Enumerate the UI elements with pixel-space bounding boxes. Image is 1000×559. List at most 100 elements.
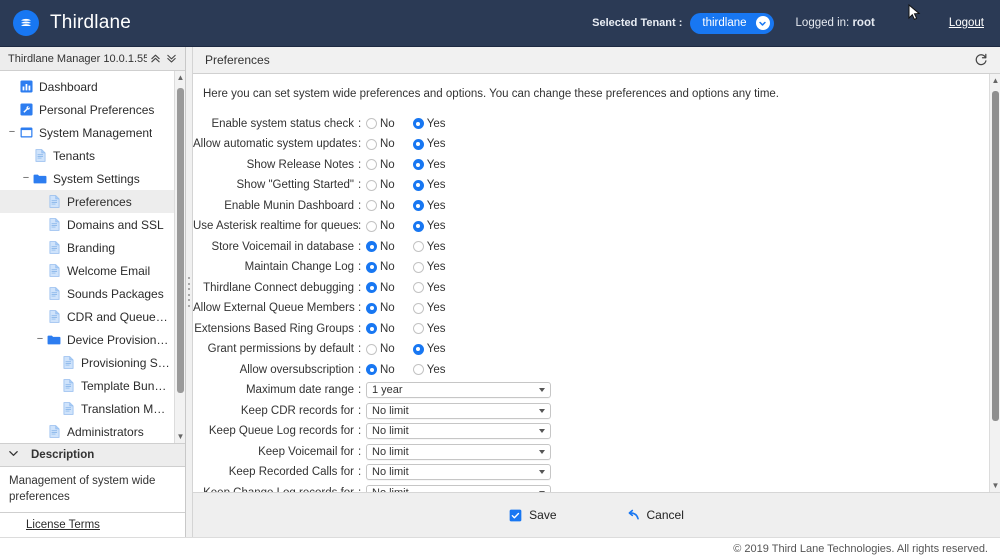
radio-option-no[interactable]: No xyxy=(366,179,395,191)
radio-button[interactable] xyxy=(412,220,424,232)
sidebar-item-personal-preferences[interactable]: Personal Preferences xyxy=(0,98,174,121)
sidebar-scrollbar-thumb[interactable] xyxy=(177,88,184,393)
radio-option-yes[interactable]: Yes xyxy=(412,363,446,376)
radio-option-no[interactable]: No xyxy=(366,302,395,314)
caret-up-icon[interactable]: ▲ xyxy=(175,71,185,84)
caret-up-icon[interactable]: ▲ xyxy=(990,74,1000,87)
setting-row: Keep Queue Log records for: No limit xyxy=(193,422,989,441)
radio-button[interactable] xyxy=(412,241,424,252)
tree-collapse-toggle[interactable]: − xyxy=(34,334,46,345)
radio-button[interactable] xyxy=(412,302,424,314)
radio-button[interactable] xyxy=(366,241,377,252)
sidebar-item-system-management[interactable]: − System Management xyxy=(0,121,174,144)
sidebar-item-device-provisioning[interactable]: − Device Provisioning xyxy=(0,328,174,351)
radio-option-yes[interactable]: Yes xyxy=(412,323,445,335)
radio-group: No Yes xyxy=(366,200,463,212)
radio-option-no[interactable]: No xyxy=(366,241,395,253)
radio-option-yes[interactable]: Yes xyxy=(412,179,445,191)
setting-dropdown[interactable]: 1 year xyxy=(366,382,551,398)
radio-button[interactable] xyxy=(412,159,424,170)
setting-dropdown[interactable]: No limit xyxy=(366,443,551,460)
sidebar-item-welcome-email[interactable]: Welcome Email xyxy=(0,259,174,282)
radio-option-label: No xyxy=(380,117,395,130)
cancel-button[interactable]: Cancel xyxy=(625,508,684,522)
sidebar-item-branding[interactable]: Branding xyxy=(0,236,174,259)
setting-dropdown[interactable]: No limit xyxy=(366,484,551,492)
sidebar-item-sounds-packages[interactable]: Sounds Packages xyxy=(0,282,174,305)
radio-option-yes[interactable]: Yes xyxy=(412,282,445,294)
radio-button[interactable] xyxy=(412,200,424,211)
radio-button[interactable] xyxy=(412,323,424,334)
radio-option-yes[interactable]: Yes xyxy=(412,241,445,253)
radio-button[interactable] xyxy=(366,118,377,129)
chart-icon xyxy=(18,80,34,93)
radio-button[interactable] xyxy=(412,364,424,375)
sidebar-item-system-settings[interactable]: − System Settings xyxy=(0,167,174,190)
radio-button[interactable] xyxy=(412,118,424,129)
setting-label: Grant permissions by default xyxy=(207,343,354,355)
radio-option-yes[interactable]: Yes xyxy=(412,302,445,314)
radio-option-no[interactable]: No xyxy=(366,323,395,335)
radio-option-no[interactable]: No xyxy=(366,138,395,150)
radio-option-no[interactable]: No xyxy=(366,118,395,130)
sidebar-item-provisioning-setti[interactable]: Provisioning Setti… xyxy=(0,351,174,374)
setting-dropdown[interactable]: No limit xyxy=(366,402,551,419)
radio-button[interactable] xyxy=(366,282,377,293)
radio-option-no[interactable]: No xyxy=(366,282,395,294)
radio-button[interactable] xyxy=(412,138,424,150)
save-button[interactable]: Save xyxy=(509,508,557,522)
radio-option-yes[interactable]: Yes xyxy=(412,200,445,212)
caret-down-icon[interactable]: ▼ xyxy=(990,479,1000,492)
caret-down-icon[interactable]: ▼ xyxy=(175,430,185,443)
radio-button[interactable] xyxy=(412,343,424,355)
radio-option-yes[interactable]: Yes xyxy=(412,343,445,355)
radio-button[interactable] xyxy=(366,323,377,334)
setting-dropdown[interactable]: No limit xyxy=(366,423,551,439)
double-chevron-up-icon[interactable] xyxy=(147,51,163,67)
radio-button[interactable] xyxy=(412,261,424,273)
radio-option-no[interactable]: No xyxy=(366,261,395,273)
radio-button[interactable] xyxy=(366,138,377,150)
radio-option-label: Yes xyxy=(426,363,446,376)
sidebar-item-dashboard[interactable]: Dashboard xyxy=(0,75,174,98)
radio-option-yes[interactable]: Yes xyxy=(412,159,445,171)
sidebar-item-preferences[interactable]: Preferences xyxy=(0,190,174,213)
sidebar-item-tenants[interactable]: Tenants xyxy=(0,144,174,167)
radio-button[interactable] xyxy=(412,282,424,293)
radio-button[interactable] xyxy=(366,343,377,355)
tree-collapse-toggle[interactable]: − xyxy=(6,127,18,138)
sidebar-item-domains-and-ssl[interactable]: Domains and SSL xyxy=(0,213,174,236)
radio-option-no[interactable]: No xyxy=(366,343,395,355)
setting-dropdown[interactable]: No limit xyxy=(366,464,551,480)
radio-option-yes[interactable]: Yes xyxy=(412,138,445,150)
description-panel-header[interactable]: Description xyxy=(0,444,185,467)
radio-button[interactable] xyxy=(366,364,377,375)
radio-option-yes[interactable]: Yes xyxy=(412,261,445,273)
radio-option-yes[interactable]: Yes xyxy=(412,220,445,232)
content-scrollbar-thumb[interactable] xyxy=(992,91,999,421)
radio-button[interactable] xyxy=(366,179,377,191)
double-chevron-down-icon[interactable] xyxy=(163,51,179,67)
license-terms-link[interactable]: License Terms xyxy=(26,519,100,531)
radio-option-no[interactable]: No xyxy=(366,364,395,376)
sidebar-item-cdr-and-queue-logs[interactable]: CDR and Queue Logs xyxy=(0,305,174,328)
content-scrollbar[interactable]: ▲ ▼ xyxy=(989,74,1000,492)
sidebar-item-template-bundles[interactable]: Template Bundles xyxy=(0,374,174,397)
tenant-selector[interactable]: thirdlane xyxy=(690,12,774,34)
radio-option-yes[interactable]: Yes xyxy=(412,118,445,130)
radio-button[interactable] xyxy=(366,159,377,170)
radio-button[interactable] xyxy=(412,179,424,191)
radio-button[interactable] xyxy=(366,220,377,232)
sidebar-item-administrators[interactable]: Administrators xyxy=(0,420,174,443)
sidebar-item-translation-maps[interactable]: Translation Maps xyxy=(0,397,174,420)
radio-button[interactable] xyxy=(366,261,377,273)
radio-option-no[interactable]: No xyxy=(366,159,395,171)
logout-link[interactable]: Logout xyxy=(949,17,984,29)
radio-option-no[interactable]: No xyxy=(366,200,395,212)
sidebar-scrollbar[interactable]: ▲ ▼ xyxy=(174,71,185,443)
radio-button[interactable] xyxy=(366,200,377,211)
tree-collapse-toggle[interactable]: − xyxy=(20,173,32,184)
radio-option-no[interactable]: No xyxy=(366,220,395,232)
radio-button[interactable] xyxy=(366,302,377,314)
refresh-icon[interactable] xyxy=(972,51,990,69)
